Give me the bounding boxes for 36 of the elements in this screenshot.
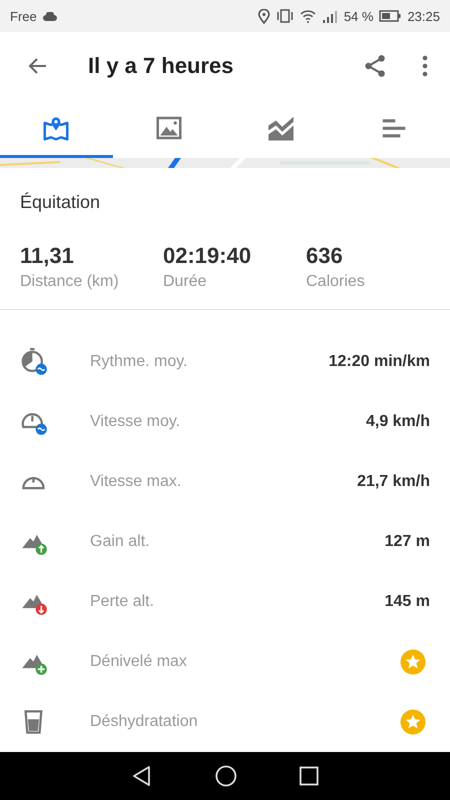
star-badge-icon (400, 649, 426, 675)
carrier-name: Free (10, 8, 37, 24)
stat-label: Durée (163, 273, 208, 291)
vibrate-icon (276, 9, 294, 23)
signal-icon (322, 10, 338, 22)
metric-value: 12:20 min/km (328, 353, 430, 371)
back-nav-button[interactable] (131, 765, 153, 787)
home-nav-button[interactable] (215, 765, 237, 787)
battery-percent: 54 % (344, 8, 374, 24)
metric-label: Vitesse moy. (90, 413, 182, 431)
stat-label: Calories (306, 273, 366, 291)
metric-value: 127 m (384, 533, 430, 551)
metric-value: 21,7 km/h (357, 473, 430, 491)
battery-icon (379, 10, 402, 22)
stat-label: Distance (km) (20, 273, 120, 291)
recents-nav-button[interactable] (299, 766, 319, 786)
stat-value: 636 (306, 243, 344, 269)
metric-label: Perte alt. (90, 593, 156, 611)
more-icon (422, 55, 428, 77)
metric-value: 145 m (384, 593, 430, 611)
metric-label: Vitesse max. (90, 473, 182, 491)
screen-title: Il y a 7 heures (88, 53, 235, 79)
wifi-icon (300, 10, 316, 22)
metric-label: Déshydratation (90, 713, 199, 731)
activity-type: Équitation (19, 191, 102, 213)
metric-value: 4,9 km/h (366, 413, 430, 431)
star-badge-icon (400, 709, 426, 735)
location-icon (258, 8, 270, 24)
metric-label: Gain alt. (90, 533, 151, 551)
cloud-icon (42, 12, 57, 20)
metric-label: Dénivelé max (90, 653, 188, 671)
metric-label: Rythme. moy. (90, 353, 188, 371)
pace-with-wave-icon (20, 348, 48, 376)
stat-value: 11,31 (20, 243, 75, 269)
stat-value: 02:19:40 (163, 243, 252, 269)
clock: 23:25 (407, 8, 440, 24)
